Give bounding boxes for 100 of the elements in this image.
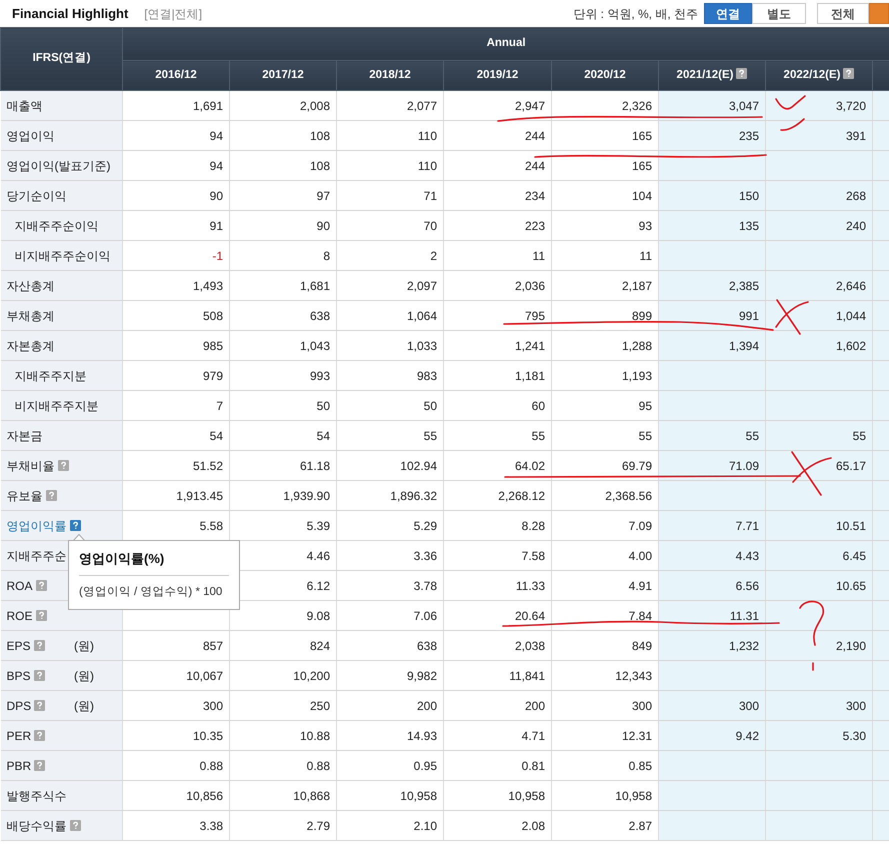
table-cell: 60 [532, 398, 545, 412]
table-cell: 10.65 [836, 578, 866, 592]
table-cell: 97 [316, 188, 330, 202]
column-header: IFRS(연결) [0, 28, 122, 90]
table-cell: 4.43 [736, 548, 759, 562]
table-cell: 11 [532, 248, 545, 262]
table-cell: 71.09 [728, 458, 759, 472]
toggle-button[interactable]: 연결 [704, 3, 752, 24]
help-icon[interactable] [736, 68, 748, 79]
table-cell: 7.71 [736, 518, 759, 532]
table-cell: 102.94 [400, 458, 437, 472]
scope-links[interactable]: [연결|전체] [144, 4, 202, 22]
table-cell: 61.18 [300, 458, 330, 472]
table-cell: 90 [316, 218, 330, 232]
row-label: 지배주주순 [6, 548, 66, 562]
column-header: 2019/12 [444, 60, 552, 90]
row-label: ROE [6, 608, 33, 622]
table-cell: 165 [632, 158, 652, 172]
table-cell: 10,958 [615, 788, 652, 802]
row-label: DPS [6, 698, 32, 712]
column-header: 2021/12(E) [658, 60, 766, 90]
table-cell: 0.85 [628, 758, 652, 772]
table-cell: 110 [418, 128, 437, 142]
table-cell: 2,947 [514, 98, 545, 112]
table-cell [872, 390, 889, 420]
table-cell: 55 [852, 428, 866, 442]
table-cell: 54 [210, 428, 223, 442]
table-cell: 268 [846, 188, 866, 202]
row-label: 배당수익률 [6, 818, 66, 832]
table-cell: 824 [310, 638, 330, 652]
table-cell: 55 [532, 428, 545, 442]
column-header: 2017/12 [230, 60, 336, 90]
table-cell: 240 [846, 218, 866, 232]
page-title: Financial Highlight [12, 4, 128, 23]
table-cell: 508 [202, 308, 223, 322]
table-cell: 94 [210, 158, 223, 172]
help-icon[interactable] [70, 520, 80, 530]
table-cell: 300 [202, 698, 223, 712]
table-cell: 244 [524, 158, 545, 172]
table-cell: 1,241 [514, 338, 545, 352]
table-cell: 1,681 [300, 278, 330, 292]
table-cell: 55 [424, 428, 437, 442]
table-cell: 2.10 [414, 818, 437, 832]
table-cell: 65.17 [836, 458, 866, 472]
toggle-button[interactable] [869, 3, 889, 24]
table-cell [872, 240, 889, 270]
row-label: PBR [6, 758, 32, 772]
column-header: 2022/12(E) [766, 60, 872, 90]
table-cell [872, 750, 889, 780]
table-cell: 1,913.45 [176, 488, 223, 502]
table-cell: 2,268.12 [498, 488, 545, 502]
table-cell [872, 600, 889, 630]
table-cell: 235 [738, 128, 759, 142]
row-label: PER [6, 728, 32, 742]
row-label: BPS [6, 668, 31, 682]
table-cell: 93 [638, 218, 652, 232]
table-cell [872, 150, 889, 180]
table-cell: 4.71 [522, 728, 545, 742]
row-label: 매출액 [6, 98, 42, 112]
toggle-button[interactable]: 별도 [752, 3, 806, 24]
table-cell: 1,691 [192, 98, 223, 112]
help-icon[interactable] [843, 68, 854, 79]
table-cell: 991 [738, 308, 759, 322]
table-cell: 391 [846, 128, 866, 142]
table-cell: 12,343 [615, 668, 652, 682]
table-cell: 165 [632, 128, 652, 142]
table-cell: 4.00 [628, 548, 652, 562]
table-cell: 1,896.32 [390, 488, 437, 502]
table-cell: 12.31 [622, 728, 652, 742]
table-cell: 64.02 [514, 458, 545, 472]
row-label: 영업이익(발표기준) [6, 158, 110, 172]
table-cell: 250 [310, 698, 330, 712]
table-cell: 2,368.56 [605, 488, 652, 502]
table-cell: 993 [310, 368, 330, 382]
table-cell: 69.79 [622, 458, 652, 472]
table-cell: 983 [416, 368, 437, 382]
table-cell: 2.79 [306, 818, 330, 832]
table-cell: 0.88 [200, 758, 223, 772]
unit-label: 단위 : 억원, %, 배, 천주 [573, 6, 698, 22]
table-cell: 1,602 [836, 338, 866, 352]
table-cell: 51.52 [192, 458, 223, 472]
table-cell: 985 [202, 338, 223, 352]
table-cell: 1,493 [192, 278, 223, 292]
table-cell: 55 [746, 428, 759, 442]
toggle-button[interactable]: 전체 [817, 3, 869, 24]
table-cell: 1,232 [728, 638, 759, 652]
table-cell: 2,038 [514, 638, 545, 652]
table-cell: 3.38 [200, 818, 223, 832]
table-cell: 5.58 [200, 518, 223, 532]
table-cell: 300 [632, 698, 652, 712]
table-cell: 300 [846, 698, 866, 712]
table-cell: 71 [424, 188, 437, 202]
table-cell: 2,326 [622, 98, 652, 112]
table-cell: 200 [524, 698, 545, 712]
table-cell: 234 [524, 188, 545, 202]
table-cell: 110 [418, 158, 437, 172]
table-cell [872, 360, 889, 390]
column-header: 2020/12 [552, 60, 658, 90]
table-cell [872, 480, 889, 510]
table-cell: 2,077 [406, 98, 437, 112]
